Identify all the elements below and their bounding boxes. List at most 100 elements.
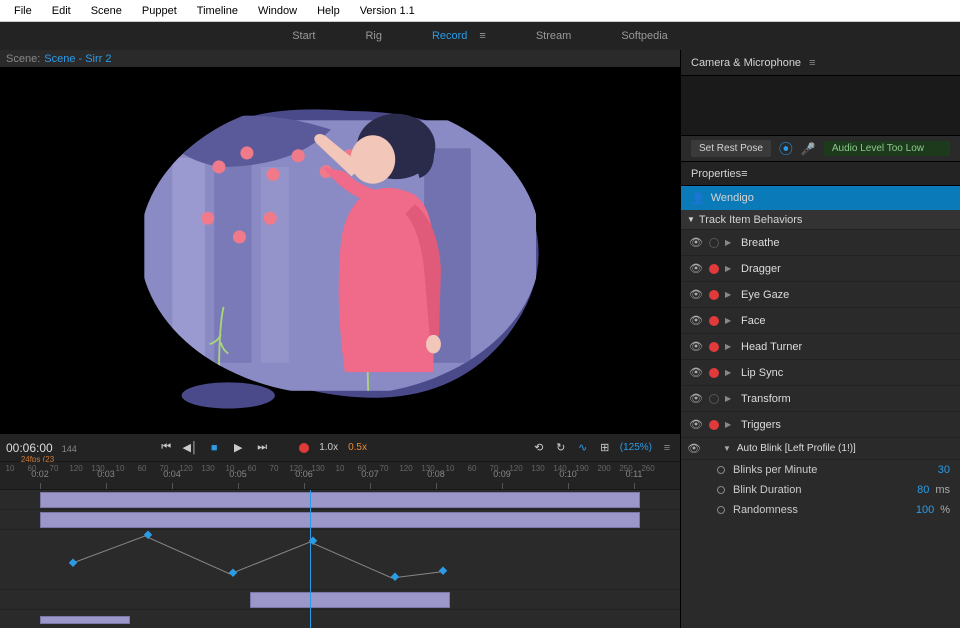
timeline-tracks[interactable] [0,490,680,628]
grid-icon[interactable]: ⊞ [598,441,612,455]
rest-pose-bar: Set Rest Pose ⦿ 🎤 Audio Level Too Low [681,136,960,162]
record-arm-icon[interactable] [709,290,719,300]
behavior-row[interactable]: 👁 ▶ Face [681,308,960,334]
record-arm-icon[interactable] [709,342,719,352]
camera-icon[interactable]: ⦿ [779,139,793,159]
behavior-name: Breathe [741,237,952,249]
record-icon[interactable] [299,443,309,453]
playhead[interactable] [310,490,311,628]
camera-mic-header: Camera & Microphone ≡ [681,50,960,76]
expand-icon[interactable]: ▶ [725,368,735,377]
mode-menu-icon[interactable]: ≡ [479,30,485,42]
visibility-icon[interactable]: 👁 [689,392,703,405]
camera-mic-body [681,76,960,136]
audio-level-status: Audio Level Too Low [824,141,950,156]
selected-puppet[interactable]: 👤 Wendigo [681,186,960,210]
behavior-name: Face [741,315,952,327]
param-value[interactable]: 30 [938,464,950,476]
set-rest-pose-button[interactable]: Set Rest Pose [691,140,771,157]
record-arm-icon[interactable] [709,264,719,274]
param-row[interactable]: Randomness100% [681,500,960,520]
step-back-icon[interactable]: ◀│ [183,441,197,455]
param-value[interactable]: 100 [916,504,934,516]
visibility-icon[interactable]: 👁 [689,314,703,327]
playback-rate[interactable]: 1.0x [319,442,338,453]
visibility-icon[interactable]: 👁 [689,418,703,431]
behavior-row[interactable]: 👁 ▶ Breathe [681,230,960,256]
param-value[interactable]: 80 [917,484,929,496]
expand-icon[interactable]: ▶ [725,290,735,299]
visibility-icon[interactable]: 👁 [687,442,701,455]
expand-icon[interactable]: ▶ [725,264,735,273]
menu-scene[interactable]: Scene [83,3,130,19]
properties-menu-icon[interactable]: ≡ [741,168,747,180]
menu-puppet[interactable]: Puppet [134,3,185,19]
scene-name[interactable]: Scene - Sirr 2 [44,53,111,65]
param-row[interactable]: Blink Duration80ms [681,480,960,500]
menu-icon[interactable]: ≡ [660,441,674,455]
param-name: Blinks per Minute [733,464,934,476]
skip-back-icon[interactable]: ⏮ [159,441,173,455]
mode-start[interactable]: Start [292,30,315,42]
zoom-level[interactable]: (125%) [620,442,652,453]
viewport[interactable] [0,68,680,433]
menu-edit[interactable]: Edit [44,3,79,19]
microphone-icon[interactable]: 🎤 [801,142,816,156]
expand-icon[interactable]: ▶ [725,316,735,325]
play-icon[interactable]: ▶ [231,441,245,455]
behavior-row[interactable]: 👁 ▶ Eye Gaze [681,282,960,308]
panel-menu-icon[interactable]: ≡ [809,57,815,69]
record-arm-icon[interactable] [709,420,719,430]
stop-icon[interactable]: ■ [207,441,221,455]
expand-icon[interactable]: ▶ [725,394,735,403]
keyframe-icon[interactable] [717,486,725,494]
menu-timeline[interactable]: Timeline [189,3,246,19]
visibility-icon[interactable]: 👁 [689,288,703,301]
menubar: FileEditScenePuppetTimelineWindowHelpVer… [0,0,960,22]
expand-icon[interactable]: ▶ [725,342,735,351]
timeline-ruler[interactable]: 1060701201301060701201301060701201301060… [0,462,680,490]
waveform-icon[interactable]: ∿ [576,441,590,455]
visibility-icon[interactable]: 👁 [689,262,703,275]
visibility-icon[interactable]: 👁 [689,366,703,379]
record-arm-icon[interactable] [709,394,719,404]
behaviors-section[interactable]: ▼ Track Item Behaviors [681,210,960,230]
menu-version11[interactable]: Version 1.1 [352,3,423,19]
mode-stream[interactable]: Stream [536,30,571,42]
param-name: Blink Duration [733,484,913,496]
keyframe-icon[interactable] [717,506,725,514]
behavior-row[interactable]: 👁▶Transform [681,386,960,412]
skip-fwd-icon[interactable]: ⏭ [255,441,269,455]
behavior-row[interactable]: 👁▶Head Turner [681,334,960,360]
record-arm-icon[interactable] [709,316,719,326]
timecode[interactable]: 00:06:00 [6,441,53,455]
behavior-row[interactable]: 👁▶Dragger [681,256,960,282]
mode-softpedia[interactable]: Softpedia [621,30,667,42]
visibility-icon[interactable]: 👁 [689,340,703,353]
puppet-icon: 👤 [691,192,705,205]
expand-icon[interactable]: ▶ [725,420,735,429]
cycle-icon[interactable]: ↻ [554,441,568,455]
selected-puppet-name: Wendigo [711,192,754,204]
mode-record[interactable]: Record [432,30,467,42]
menu-help[interactable]: Help [309,3,348,19]
timeline-panel: 00:06:00 144 24fps (23 actual) ⏮ ◀│ ■ ▶ … [0,433,680,628]
record-arm-icon[interactable] [709,368,719,378]
auto-blink-header[interactable]: 👁 ▼ Auto Blink [Left Profile (1!)] [681,438,960,460]
behavior-row[interactable]: 👁 ▶ Lip Sync [681,360,960,386]
menu-file[interactable]: File [6,3,40,19]
param-row[interactable]: Blinks per Minute 30 [681,460,960,480]
keyframe-icon[interactable] [717,466,725,474]
behaviors-section-title: Track Item Behaviors [699,214,803,226]
menu-window[interactable]: Window [250,3,305,19]
behavior-row[interactable]: 👁 ▶ Triggers [681,412,960,438]
visibility-icon[interactable]: 👁 [689,236,703,249]
record-arm-icon[interactable] [709,238,719,248]
behavior-name: Lip Sync [741,367,952,379]
behavior-name: Eye Gaze [741,289,952,301]
mode-rig[interactable]: Rig [365,30,382,42]
expand-icon[interactable]: ▶ [725,238,735,247]
behavior-name: Triggers [741,419,952,431]
playback-rate-fine[interactable]: 0.5x [348,442,367,453]
loop-icon[interactable]: ⟲ [532,441,546,455]
